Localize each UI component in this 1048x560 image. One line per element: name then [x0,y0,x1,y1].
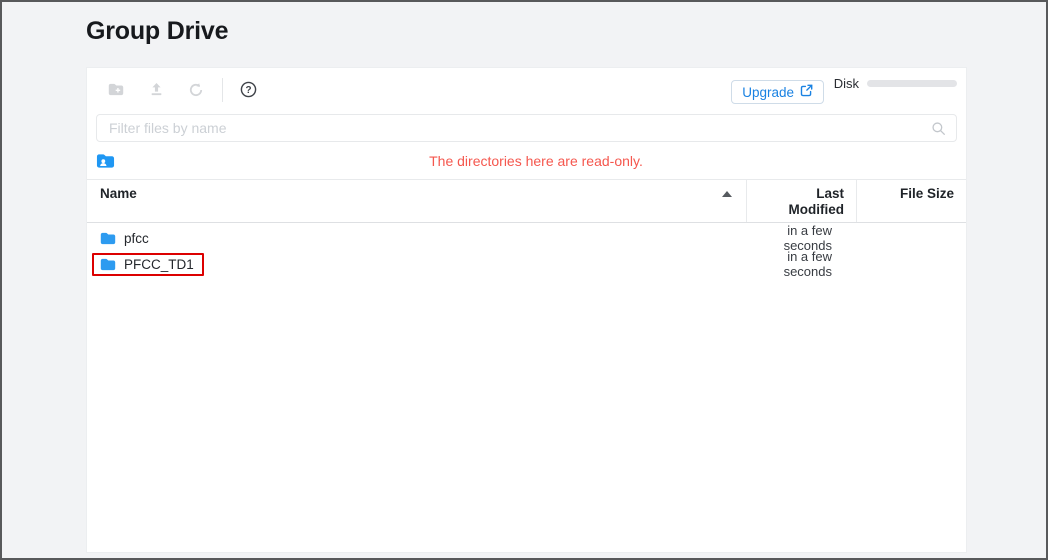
folder-icon [100,258,116,271]
table-body: pfcc in a few seconds PFCC_TD1 in a few … [87,225,966,277]
upgrade-label: Upgrade [742,85,794,100]
upload-icon[interactable] [150,82,163,97]
file-name: PFCC_TD1 [124,257,194,272]
row-highlight-box: pfcc [92,227,159,250]
file-name: pfcc [124,231,149,246]
page-title: Group Drive [86,17,228,46]
toolbar: ? Upgrade Disk [87,68,966,114]
file-manager-panel: ? Upgrade Disk [86,67,967,553]
toolbar-icons: ? [108,81,257,98]
toolbar-separator [222,78,223,102]
sort-ascending-icon[interactable] [722,191,732,197]
disk-usage-bar [867,80,957,87]
row-highlight-box: PFCC_TD1 [92,253,204,276]
name-cell: PFCC_TD1 [87,253,746,276]
new-folder-icon[interactable] [108,83,124,96]
breadcrumb: The directories here are read-only. [96,148,957,174]
table-row[interactable]: pfcc in a few seconds [87,225,966,251]
search-icon [931,121,946,141]
read-only-notice: The directories here are read-only. [115,153,957,169]
table-header: Name Last Modified File Size [87,179,966,223]
column-header-last-modified[interactable]: Last Modified [746,180,856,222]
filter-bar [96,114,957,142]
refresh-icon[interactable] [189,83,203,97]
screen: Group Drive [0,0,1048,560]
filter-input[interactable] [96,114,957,142]
external-link-icon [800,84,813,100]
table-row[interactable]: PFCC_TD1 in a few seconds [87,251,966,277]
column-last-modified-label: Last Modified [780,186,844,218]
folder-icon [100,232,116,245]
column-header-name[interactable]: Name [87,180,746,222]
group-folder-icon[interactable] [96,153,115,169]
upgrade-button[interactable]: Upgrade [731,80,824,104]
name-cell: pfcc [87,227,746,250]
disk-label: Disk [834,76,859,91]
last-modified-value: in a few seconds [746,249,856,279]
column-file-size-label: File Size [900,186,954,201]
help-icon[interactable]: ? [240,81,257,98]
svg-text:?: ? [245,85,251,96]
column-name-label: Name [100,186,137,218]
disk-usage: Disk [834,76,957,91]
column-header-file-size[interactable]: File Size [856,180,966,222]
